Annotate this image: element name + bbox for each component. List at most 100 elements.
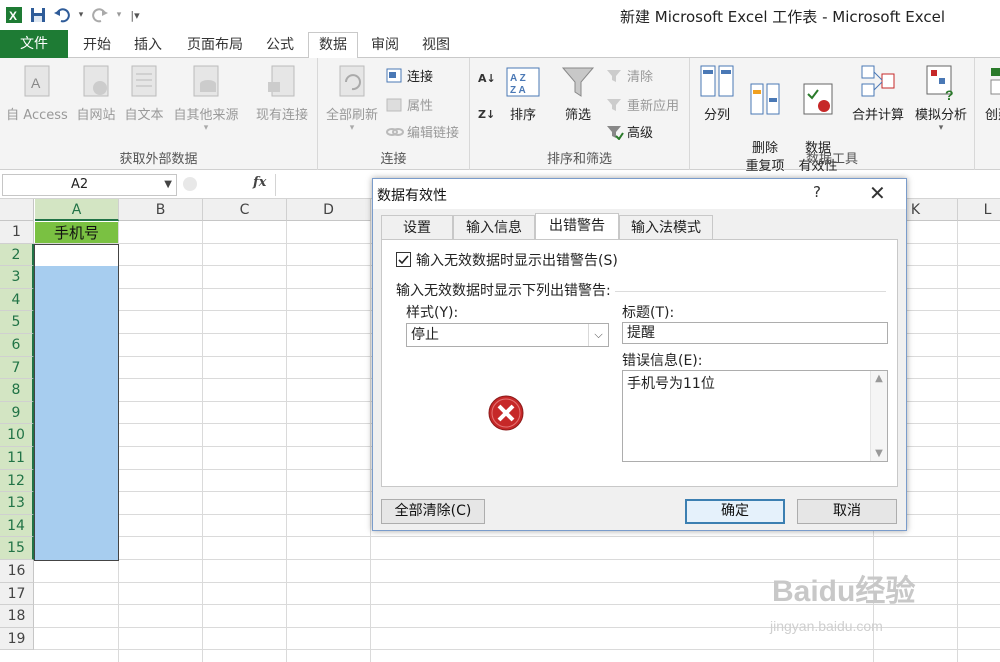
style-select-value: 停止 — [411, 327, 439, 343]
row-header-16[interactable]: 16 — [0, 560, 34, 583]
close-button[interactable]: ✕ — [869, 181, 886, 205]
tab-page-layout[interactable]: 页面布局 — [180, 33, 250, 58]
select-all-corner[interactable] — [0, 199, 34, 221]
properties-button[interactable]: 属性 — [386, 95, 433, 114]
ok-button[interactable]: 确定 — [685, 499, 785, 524]
row-header-7[interactable]: 7 — [0, 356, 34, 380]
active-cell-a2[interactable] — [35, 245, 118, 266]
title-input[interactable]: 提醒 — [622, 322, 888, 344]
from-text-button[interactable]: 自文本 — [120, 62, 168, 123]
row-header-12[interactable]: 12 — [0, 469, 34, 493]
formula-input[interactable] — [275, 174, 375, 196]
group-connections: 全部刷新 ▾ 连接 属性 编辑链接 连接 — [318, 58, 470, 170]
error-message-input[interactable]: 手机号为11位 ▲ ▼ — [622, 370, 888, 462]
row-header-17[interactable]: 17 — [0, 582, 34, 606]
formula-options-icon[interactable] — [183, 177, 197, 191]
row-header-9[interactable]: 9 — [0, 401, 34, 425]
error-message-value: 手机号为11位 — [627, 376, 715, 392]
error-alert-panel: 输入无效数据时显示出错警告(S) 输入无效数据时显示下列出错警告: 样式(Y):… — [381, 239, 898, 487]
group-label-sort-filter: 排序和筛选 — [546, 152, 612, 167]
tab-file[interactable]: 文件 — [0, 30, 68, 58]
row-header-8[interactable]: 8 — [0, 379, 34, 402]
dialog-titlebar: 数据有效性 ? ✕ — [373, 179, 906, 209]
row-header-2[interactable]: 2 — [0, 243, 34, 267]
row-header-13[interactable]: 13 — [0, 492, 34, 515]
row-header-18[interactable]: 18 — [0, 605, 34, 628]
name-box-value: A2 — [71, 177, 89, 192]
clear-all-button[interactable]: 全部清除(C) — [381, 499, 485, 524]
from-other-sources-button[interactable]: 自其他来源 ▾ — [168, 62, 244, 133]
tab-ime-mode[interactable]: 输入法模式 — [619, 215, 713, 240]
tab-insert[interactable]: 插入 — [126, 33, 170, 58]
sort-descending-button[interactable]: Z↓ — [478, 108, 495, 121]
tab-home[interactable]: 开始 — [75, 33, 119, 58]
help-button[interactable]: ? — [813, 183, 821, 201]
properties-icon — [386, 97, 404, 113]
reapply-button[interactable]: 重新应用 — [606, 95, 679, 114]
create-group-button[interactable]: 创建 — [978, 62, 1000, 123]
clear-filter-button[interactable]: 清除 — [606, 66, 653, 85]
tab-settings[interactable]: 设置 — [381, 215, 453, 240]
row-header-5[interactable]: 5 — [0, 311, 34, 334]
chevron-down-icon[interactable]: ⌵ — [588, 324, 608, 346]
tab-error-alert[interactable]: 出错警告 — [535, 213, 619, 240]
show-alert-label[interactable]: 输入无效数据时显示出错警告(S) — [416, 250, 618, 270]
ribbon: A 自 Access 自网站 自文本 自其他来源 ▾ 现有连接 获取外部数据 全… — [0, 58, 1000, 174]
row-header-14[interactable]: 14 — [0, 514, 34, 538]
from-access-button[interactable]: A 自 Access — [4, 62, 70, 123]
other-sources-icon — [188, 62, 224, 102]
text-to-columns-button[interactable]: 分列 — [696, 62, 738, 123]
undo-dropdown-icon[interactable]: ▾ — [76, 5, 86, 25]
style-select[interactable]: 停止 ⌵ — [406, 323, 609, 347]
group-label-external-data: 获取外部数据 — [119, 152, 198, 167]
filter-button[interactable]: 筛选 — [556, 62, 600, 123]
tab-review[interactable]: 审阅 — [363, 33, 407, 58]
connections-button[interactable]: 连接 — [386, 66, 433, 85]
advanced-filter-icon — [606, 124, 624, 141]
cell-a1[interactable]: 手机号 — [35, 222, 118, 243]
message-scrollbar[interactable]: ▲ ▼ — [870, 371, 887, 461]
excel-logo-icon[interactable]: X — [4, 5, 24, 25]
column-header-a[interactable]: A — [35, 199, 119, 221]
row-header-15[interactable]: 15 — [0, 537, 34, 560]
text-file-icon — [126, 62, 162, 102]
refresh-all-button[interactable]: 全部刷新 ▾ — [320, 62, 384, 133]
undo-icon[interactable] — [52, 5, 72, 25]
tab-input-message[interactable]: 输入信息 — [453, 215, 535, 240]
save-icon[interactable] — [28, 5, 48, 25]
tab-formulas[interactable]: 公式 — [258, 33, 302, 58]
tab-data[interactable]: 数据 — [308, 32, 358, 59]
row-header-1[interactable]: 1 — [0, 221, 34, 244]
sort-button[interactable]: A ZZ A 排序 — [502, 62, 544, 123]
column-header-c[interactable]: C — [203, 199, 287, 221]
edit-links-button[interactable]: 编辑链接 — [386, 122, 459, 141]
scroll-down-icon[interactable]: ▼ — [871, 448, 887, 459]
show-alert-checkbox[interactable] — [396, 252, 411, 267]
redo-dropdown-icon[interactable]: ▾ — [114, 5, 124, 25]
column-header-d[interactable]: D — [287, 199, 371, 221]
sort-ascending-button[interactable]: A↓ — [478, 72, 496, 85]
scroll-up-icon[interactable]: ▲ — [871, 373, 887, 384]
group-label-data-tools: 数据工具 — [805, 152, 858, 167]
row-header-3[interactable]: 3 — [0, 266, 34, 289]
row-header-6[interactable]: 6 — [0, 334, 34, 357]
existing-connections-button[interactable]: 现有连接 — [250, 62, 314, 123]
consolidate-button[interactable]: 合并计算 — [846, 62, 910, 123]
name-box-dropdown-icon[interactable]: ▼ — [164, 175, 172, 195]
column-header-b[interactable]: B — [119, 199, 203, 221]
name-box[interactable]: A2 ▼ — [2, 174, 177, 196]
row-header-19[interactable]: 19 — [0, 627, 34, 651]
row-header-10[interactable]: 10 — [0, 424, 34, 447]
column-header-l[interactable]: L — [958, 199, 1000, 221]
tab-view[interactable]: 视图 — [414, 33, 458, 58]
redo-icon[interactable] — [90, 5, 110, 25]
what-if-analysis-button[interactable]: ? 模拟分析 ▾ — [910, 62, 972, 133]
sort-icon: A ZZ A — [505, 62, 541, 102]
from-web-button[interactable]: 自网站 — [72, 62, 120, 123]
insert-function-icon[interactable]: fx — [253, 175, 266, 190]
customize-icon[interactable]: |▾ — [128, 5, 142, 25]
row-header-11[interactable]: 11 — [0, 447, 34, 470]
cancel-button[interactable]: 取消 — [797, 499, 897, 524]
advanced-filter-button[interactable]: 高级 — [606, 122, 653, 141]
row-header-4[interactable]: 4 — [0, 288, 34, 312]
